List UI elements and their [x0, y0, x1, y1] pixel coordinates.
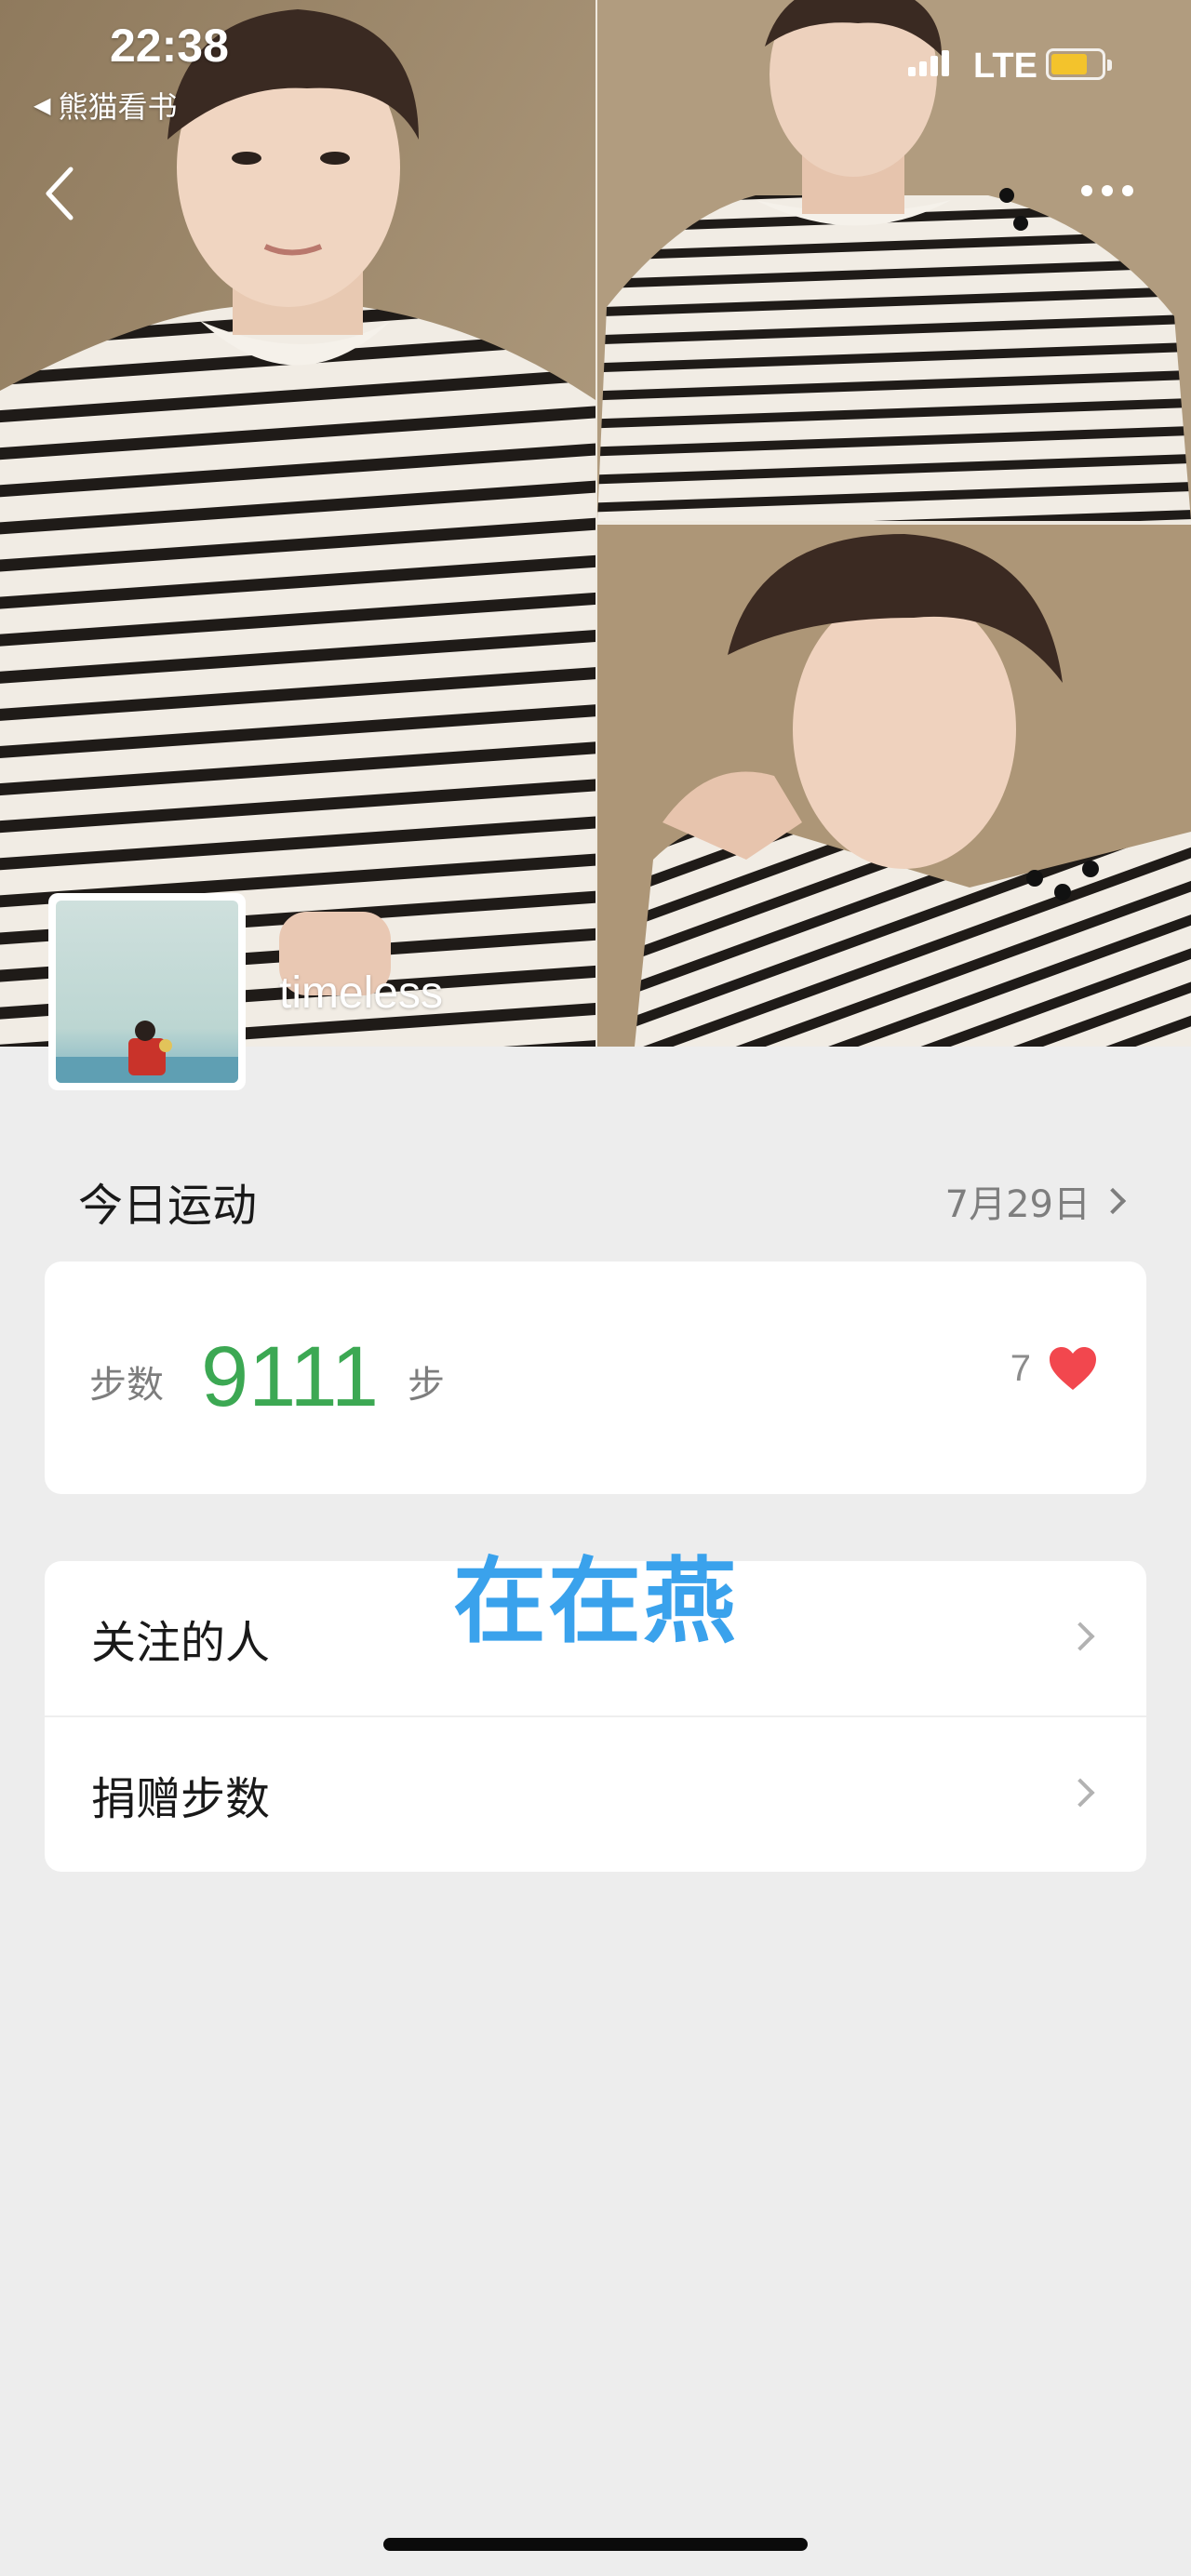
today-date: 7月29日: [944, 1183, 1091, 1226]
steps-unit: 步: [408, 1364, 445, 1407]
back-app-label: 熊猫看书: [58, 89, 178, 125]
steps-value: 9111: [201, 1329, 380, 1424]
back-triangle-icon: ◀: [33, 92, 51, 118]
today-exercise-title: 今日运动: [78, 1180, 258, 1232]
status-time: 22:38: [110, 20, 229, 72]
watermark-text: 在在燕: [453, 1547, 738, 1656]
donate-steps-item[interactable]: 捐赠步数: [45, 1717, 1146, 1872]
cover-image[interactable]: [0, 0, 1191, 1047]
battery-icon: [1046, 48, 1112, 80]
likes-count: 7: [1010, 1347, 1031, 1389]
chevron-right-icon: [1065, 1778, 1095, 1808]
signal-icon: [908, 50, 949, 76]
back-icon[interactable]: [41, 164, 78, 223]
avatar[interactable]: [48, 893, 246, 1090]
more-icon[interactable]: [1081, 177, 1146, 205]
heart-icon: [1050, 1347, 1096, 1390]
cover-photo-left: [0, 0, 596, 1047]
likes-button[interactable]: 7: [1010, 1345, 1098, 1392]
nickname: timeless: [279, 968, 444, 1018]
cover-photo-bottom-right: [597, 525, 1191, 1047]
back-to-app-link[interactable]: ◀ 熊猫看书: [33, 84, 177, 127]
donate-steps-label: 捐赠步数: [91, 1773, 271, 1825]
steps-card[interactable]: 步数 9111 步 7: [45, 1261, 1146, 1494]
network-label: LTE: [973, 47, 1037, 86]
home-indicator[interactable]: [383, 2538, 808, 2551]
today-date-link[interactable]: 7月29日: [944, 1174, 1127, 1228]
chevron-right-icon: [1099, 1187, 1127, 1215]
steps-label: 步数: [89, 1364, 164, 1407]
cover-divider-horizontal: [597, 521, 1191, 525]
